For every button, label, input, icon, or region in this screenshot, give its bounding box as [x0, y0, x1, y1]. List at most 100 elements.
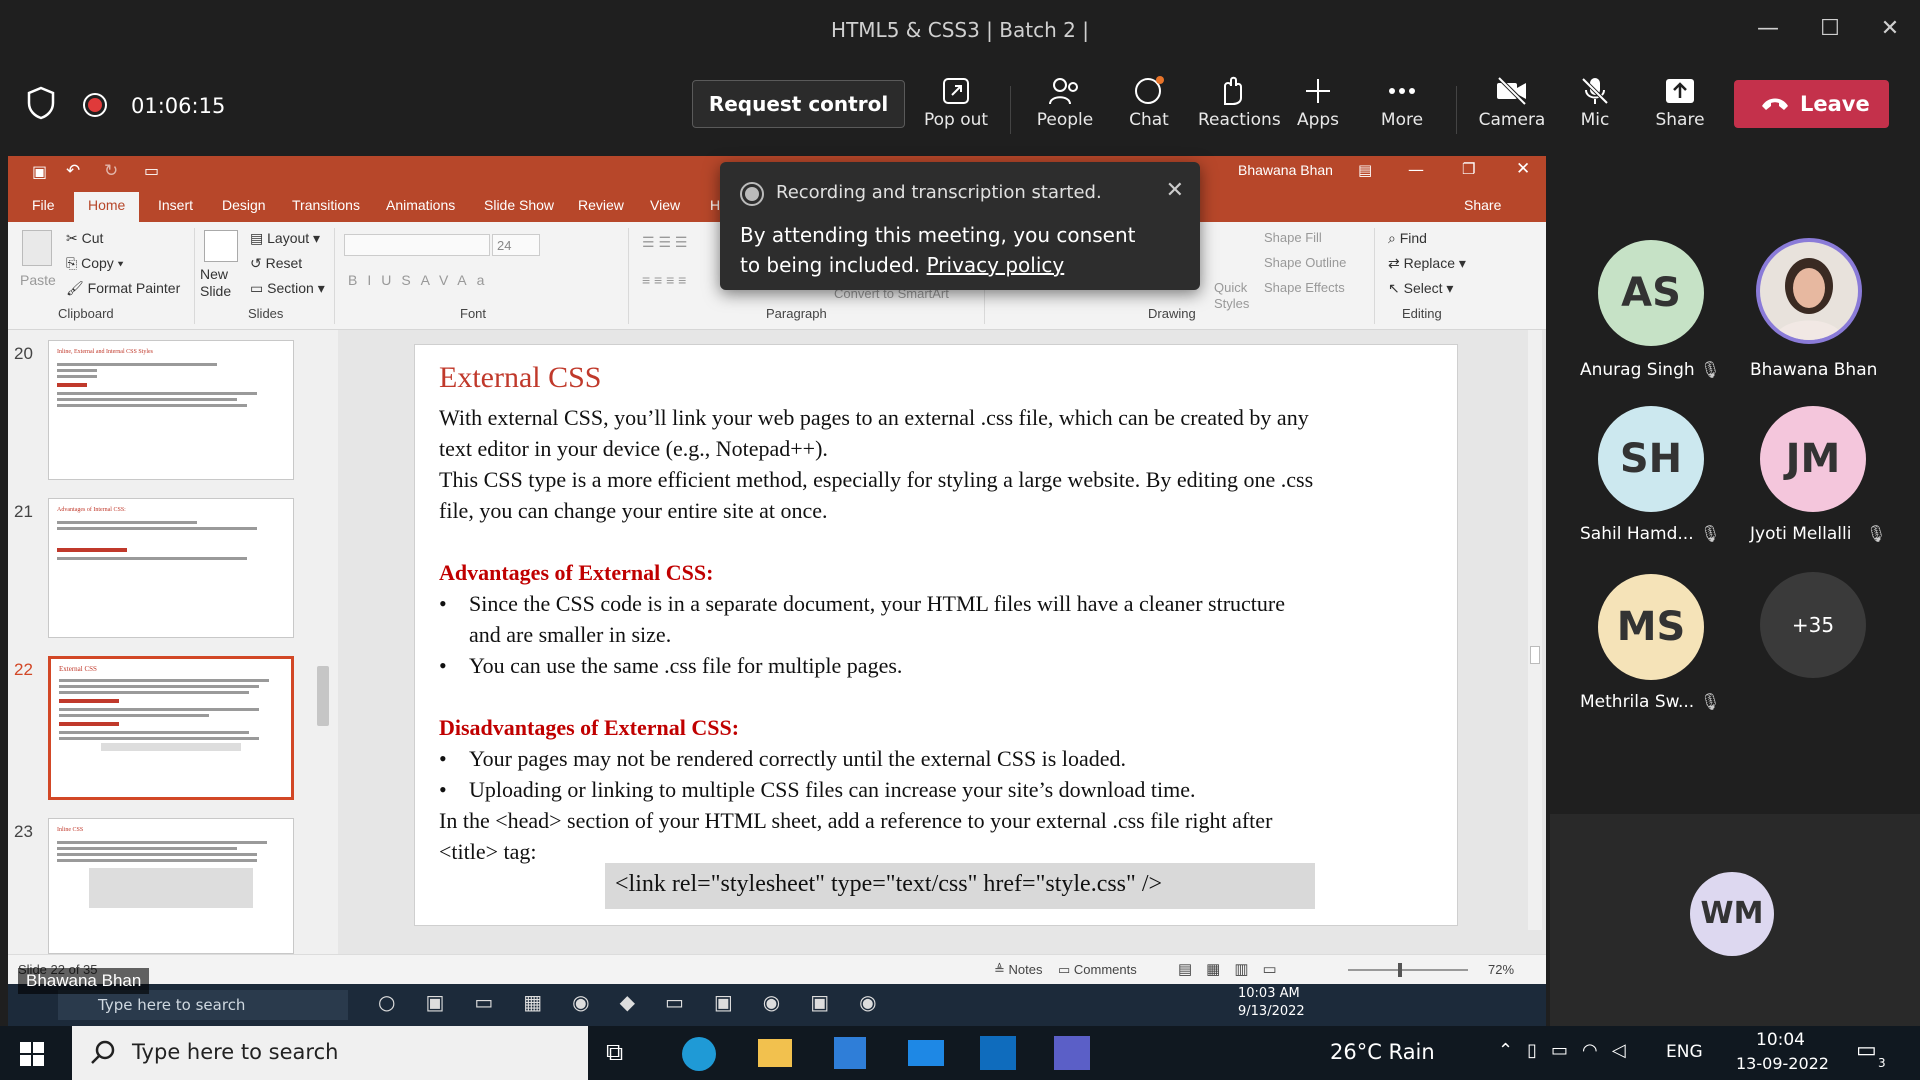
tab-animations[interactable]: Animations [386, 197, 455, 213]
slide-thumbnail[interactable]: Inline CSS [48, 818, 294, 954]
section-button[interactable]: ▭ Section ▾ [250, 280, 325, 297]
maximize-icon[interactable]: ☐ [1812, 14, 1848, 44]
advantage-item: You can use the same .css file for multi… [469, 653, 903, 678]
tray-icons[interactable]: ⌃▯▭◠◁ [1498, 1040, 1640, 1061]
weather-widget[interactable]: 26°C Rain [1330, 1040, 1435, 1064]
shared-search-box[interactable]: Type here to search [58, 990, 348, 1020]
pop-out-button[interactable]: Pop out [921, 76, 991, 142]
more-participants-button[interactable]: +35 [1760, 572, 1866, 678]
close-icon[interactable]: ✕ [1872, 14, 1908, 44]
font-name-dropdown[interactable] [344, 234, 490, 256]
view-buttons[interactable]: ▤▦▥▭ [1178, 960, 1291, 978]
shared-taskbar-apps[interactable]: ○▣▭▦◉◆▭▣◉▣◉ [378, 990, 898, 1020]
store-icon[interactable] [834, 1037, 866, 1069]
shape-outline-button[interactable]: Shape Outline [1264, 255, 1346, 270]
notifications-icon[interactable]: ▭ [1856, 1038, 1877, 1063]
tab-view[interactable]: View [650, 197, 680, 213]
mail-icon[interactable] [908, 1040, 944, 1066]
avatar[interactable]: JM [1760, 406, 1866, 512]
mic-button[interactable]: Mic [1560, 76, 1630, 142]
cut-button[interactable]: ✂ Cut [66, 230, 103, 247]
redo-icon[interactable]: ↻ [104, 161, 118, 181]
tab-slide-show[interactable]: Slide Show [484, 197, 554, 213]
edit-scroll-thumb[interactable] [1530, 646, 1540, 664]
tab-home[interactable]: Home [74, 192, 140, 223]
comments-button[interactable]: ▭ Comments [1058, 962, 1137, 978]
avatar[interactable]: SH [1598, 406, 1704, 512]
reactions-button[interactable]: Reactions [1198, 76, 1281, 142]
ppt-minimize-icon[interactable]: — [1408, 160, 1424, 179]
editing-group-label: Editing [1402, 306, 1442, 321]
paste-icon[interactable] [22, 230, 52, 266]
tab-transitions[interactable]: Transitions [292, 197, 360, 213]
tab-review[interactable]: Review [578, 197, 624, 213]
ppt-share-button[interactable]: Share [1464, 197, 1501, 213]
ppt-close-icon[interactable]: ✕ [1516, 159, 1530, 179]
slide-thumbnail[interactable]: Inline, External and Internal CSS Styles [48, 340, 294, 480]
minimize-icon[interactable]: — [1750, 14, 1786, 44]
slideshow-icon[interactable]: ▭ [144, 161, 159, 180]
avatar[interactable]: WM [1690, 872, 1774, 956]
camera-button[interactable]: Camera [1477, 76, 1547, 142]
tab-insert[interactable]: Insert [158, 197, 193, 213]
edit-scrollbar[interactable] [1528, 330, 1542, 930]
layout-button[interactable]: ▤ Layout ▾ [250, 230, 320, 247]
find-button[interactable]: ⌕ Find [1388, 230, 1427, 247]
windows-start-icon[interactable] [20, 1042, 44, 1066]
thumbnail-scroll-thumb[interactable] [317, 666, 329, 726]
outlook-icon[interactable] [980, 1036, 1016, 1070]
more-button[interactable]: More [1367, 76, 1437, 142]
slide-thumbnail-selected[interactable]: External CSS [48, 656, 294, 800]
avatar[interactable]: MS [1598, 574, 1704, 680]
teams-icon[interactable] [1054, 1036, 1090, 1070]
shape-effects-button[interactable]: Shape Effects [1264, 280, 1345, 295]
leave-label: Leave [1800, 92, 1870, 116]
copy-button[interactable]: ⎘ Copy ▾ [66, 255, 124, 272]
notes-button[interactable]: ≜ Notes [994, 962, 1042, 978]
thumbnail-scrollbar[interactable] [314, 330, 332, 954]
zoom-level[interactable]: 72% [1488, 962, 1514, 977]
select-button[interactable]: ↖ Select ▾ [1388, 280, 1453, 297]
privacy-policy-link[interactable]: Privacy policy [927, 253, 1065, 277]
quick-styles-button[interactable]: Quick Styles [1214, 280, 1254, 312]
people-button[interactable]: People [1030, 76, 1100, 142]
clock-date[interactable]: 13-09-2022 [1736, 1054, 1829, 1073]
format-painter-label: Format Painter [87, 280, 181, 296]
close-notification-icon[interactable]: ✕ [1166, 178, 1184, 203]
shape-fill-button[interactable]: Shape Fill [1264, 230, 1322, 245]
tab-design[interactable]: Design [222, 197, 266, 213]
taskbar-search-box[interactable]: Type here to search [72, 1026, 588, 1080]
tab-help[interactable]: H [710, 197, 720, 213]
task-view-icon[interactable]: ⧉ [606, 1038, 623, 1066]
font-size-dropdown[interactable]: 24 [492, 234, 540, 256]
chat-button[interactable]: Chat [1114, 76, 1184, 142]
edge-icon[interactable] [682, 1037, 716, 1071]
align-buttons[interactable]: ≡ ≡ ≡ ≡ [642, 272, 686, 288]
avatar[interactable]: AS [1598, 240, 1704, 346]
font-format-buttons[interactable]: BIUSAVAa [348, 272, 494, 288]
file-explorer-icon[interactable] [758, 1039, 792, 1067]
new-slide-icon[interactable] [204, 230, 238, 262]
list-buttons[interactable]: ☰ ☰ ☰ [642, 234, 687, 251]
tab-file[interactable]: File [32, 197, 55, 213]
undo-icon[interactable]: ↶ [66, 161, 80, 181]
save-icon[interactable]: ▣ [32, 162, 47, 181]
slide-thumbnail[interactable]: Advantages of Internal CSS: [48, 498, 294, 638]
language-indicator[interactable]: ENG [1666, 1042, 1703, 1062]
avatar-photo[interactable] [1756, 238, 1862, 344]
slide-canvas[interactable]: External CSS With external CSS, you’ll l… [414, 344, 1458, 926]
zoom-slider[interactable] [1348, 963, 1468, 977]
format-painter-button[interactable]: 🖌 Format Painter [66, 280, 180, 297]
replace-button[interactable]: ⇄ Replace ▾ [1388, 255, 1466, 272]
share-button[interactable]: Share [1645, 76, 1715, 142]
zoom-slider-thumb[interactable] [1398, 963, 1402, 977]
new-slide-button[interactable]: New Slide [200, 266, 240, 300]
reset-button[interactable]: ↺ Reset [250, 255, 302, 272]
paste-button[interactable]: Paste [20, 272, 56, 288]
ppt-restore-icon[interactable]: ❐ [1462, 160, 1475, 178]
leave-button[interactable]: Leave [1734, 80, 1889, 128]
apps-button[interactable]: Apps [1283, 76, 1353, 142]
clock-time[interactable]: 10:04 [1756, 1030, 1805, 1050]
request-control-button[interactable]: Request control [692, 80, 905, 128]
ribbon-display-icon[interactable]: ▤ [1358, 161, 1372, 179]
